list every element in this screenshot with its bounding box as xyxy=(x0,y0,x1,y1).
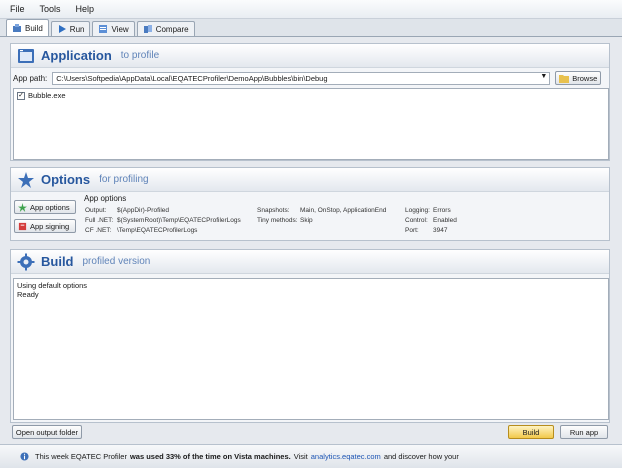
application-title: Application xyxy=(41,48,112,63)
options-panel: Options for profiling App options App si… xyxy=(10,167,610,241)
application-header: Application to profile xyxy=(11,44,609,68)
options-col-1: Output: $(AppDir)-Profiled Full .NET: $(Sy… xyxy=(85,205,241,235)
menu-tools[interactable]: Tools xyxy=(40,4,61,14)
option-key: Tiny methods: xyxy=(257,216,298,224)
option-key: Full .NET: xyxy=(85,216,114,224)
signing-icon xyxy=(18,222,27,230)
status-bar: This week EQATEC Profiler was used 33% o… xyxy=(0,444,622,468)
gear-icon xyxy=(17,253,35,270)
tab-build-label: Build xyxy=(25,23,43,33)
tab-bar: Build Run View Compare xyxy=(0,19,622,37)
browse-button[interactable]: Browse xyxy=(555,71,602,85)
open-output-folder-label: Open output folder xyxy=(15,427,79,437)
menu-file[interactable]: File xyxy=(10,4,25,14)
option-value: $(AppDir)-Profiled xyxy=(117,206,170,214)
open-output-folder-button[interactable]: Open output folder xyxy=(12,425,82,439)
app-path-label: App path: xyxy=(13,73,48,83)
options-title: Options xyxy=(41,172,91,187)
build-title: Build xyxy=(41,254,74,269)
options-col-3: Logging: Errors Control: Enabled Port: 3947 xyxy=(405,205,457,235)
app-options-summary: App options Output: $(AppDir)-Profiled Fu… xyxy=(82,194,607,240)
options-buttons: App options App signing xyxy=(14,200,76,238)
build-log[interactable]: Using default options Ready xyxy=(13,278,609,420)
compare-icon xyxy=(143,25,152,33)
chevron-down-icon[interactable]: ▼ xyxy=(540,73,547,80)
status-visit: Visit xyxy=(293,452,308,461)
app-path-row: App path: C:\Users\Softpedia\AppData\Loc… xyxy=(11,70,609,86)
build-icon xyxy=(13,24,21,32)
folder-icon xyxy=(559,74,570,83)
view-icon xyxy=(99,25,108,33)
option-value: Enabled xyxy=(433,216,457,224)
status-suffix: and discover how your xyxy=(383,452,459,461)
tab-run[interactable]: Run xyxy=(50,21,91,36)
option-key: Control: xyxy=(405,216,428,224)
status-bold-text: was used 33% of the time on Vista machin… xyxy=(129,452,291,461)
log-line: Using default options xyxy=(17,281,88,290)
app-options-heading: App options xyxy=(84,194,127,203)
options-star-icon xyxy=(18,202,27,212)
option-value: $(SystemRoot)\Temp\EQATECProfilerLogs xyxy=(117,216,241,224)
app-path-combobox[interactable]: C:\Users\Softpedia\AppData\Local\EQATECP… xyxy=(52,71,551,85)
option-value: Main, OnStop, ApplicationEnd xyxy=(300,206,387,214)
build-header: Build profiled version xyxy=(11,250,609,274)
run-app-label: Run app xyxy=(569,427,599,437)
tab-compare-label: Compare xyxy=(155,24,189,34)
option-value: Errors xyxy=(433,206,451,214)
menu-help[interactable]: Help xyxy=(76,4,95,14)
browse-label: Browse xyxy=(572,73,598,83)
info-icon xyxy=(20,452,29,461)
star-icon xyxy=(18,171,34,188)
log-line: Ready xyxy=(17,290,39,299)
option-value: \Temp\EQATECProfilerLogs xyxy=(117,226,198,234)
options-subtitle: for profiling xyxy=(99,174,149,185)
build-button-label: Build xyxy=(522,427,540,437)
build-panel: Build profiled version Using default opt… xyxy=(10,249,610,423)
app-options-label: App options xyxy=(30,202,70,212)
app-signing-label: App signing xyxy=(30,221,70,231)
app-path-value: C:\Users\Softpedia\AppData\Local\EQATECP… xyxy=(56,73,328,83)
app-signing-button[interactable]: App signing xyxy=(14,219,76,233)
application-panel: Application to profile App path: C:\User… xyxy=(10,43,610,161)
run-icon xyxy=(58,25,66,33)
build-subtitle: profiled version xyxy=(82,256,151,267)
application-window-icon xyxy=(18,48,34,63)
option-value: 3947 xyxy=(433,226,448,234)
tab-run-label: Run xyxy=(69,24,85,34)
options-col-2: Snapshots: Main, OnStop, ApplicationEnd T… xyxy=(257,205,386,225)
option-key: Snapshots: xyxy=(257,206,290,214)
application-subtitle: to profile xyxy=(120,50,160,61)
tab-view[interactable]: View xyxy=(92,21,135,36)
option-key: Port: xyxy=(405,226,419,234)
status-prefix: This week EQATEC Profiler xyxy=(35,452,127,461)
app-options-button[interactable]: App options xyxy=(14,200,76,214)
build-button[interactable]: Build xyxy=(508,425,554,439)
tab-compare[interactable]: Compare xyxy=(136,21,195,36)
file-list: ✓ Bubble.exe xyxy=(13,88,609,160)
file-checkbox[interactable]: ✓ xyxy=(17,91,25,100)
option-value: Skip xyxy=(300,216,313,224)
file-name: Bubble.exe xyxy=(28,91,66,100)
list-item[interactable]: ✓ Bubble.exe xyxy=(17,91,605,100)
option-key: Output: xyxy=(85,206,107,214)
menu-bar: File Tools Help xyxy=(0,0,622,19)
run-app-button[interactable]: Run app xyxy=(560,425,608,439)
analytics-link[interactable]: analytics.eqatec.com xyxy=(311,452,381,461)
option-key: Logging: xyxy=(405,206,430,214)
tab-view-label: View xyxy=(111,24,129,34)
tab-build[interactable]: Build xyxy=(6,19,49,36)
option-key: CF .NET: xyxy=(85,226,112,234)
options-header: Options for profiling xyxy=(11,168,609,192)
